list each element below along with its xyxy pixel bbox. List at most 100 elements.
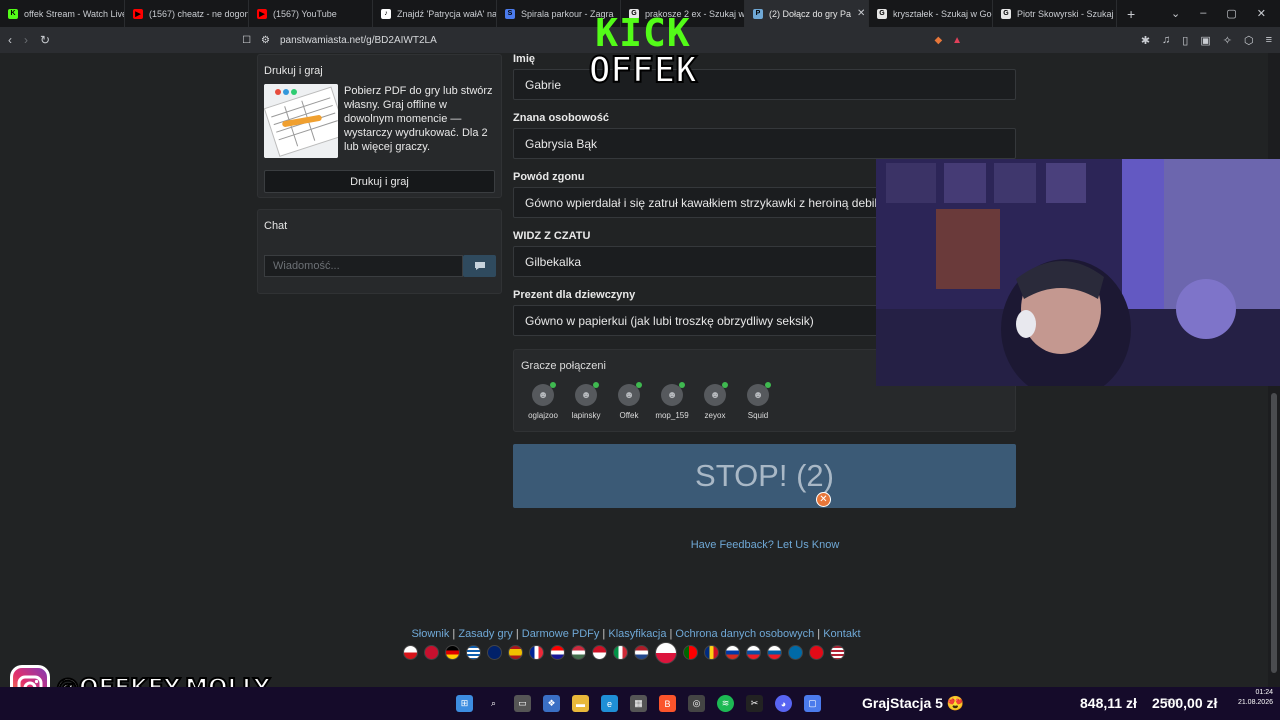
footer-link[interactable]: Kontakt — [823, 628, 860, 640]
extensions-icon[interactable]: ✱ — [1141, 34, 1150, 47]
rewards-icon[interactable]: ▲ — [952, 35, 962, 46]
store-icon[interactable]: ▦ — [630, 695, 647, 712]
answer-input[interactable]: Gabrysia Bąk — [513, 128, 1016, 159]
kick-logo-line1: KICK — [595, 11, 691, 55]
feedback-link[interactable]: Have Feedback? Let Us Know — [640, 539, 890, 551]
reload-icon[interactable]: ↻ — [40, 33, 50, 47]
player-avatar-icon: ☻ — [532, 382, 556, 406]
player-item: ☻ mop_159 — [649, 382, 695, 420]
footer-link[interactable]: Darmowe PDFy — [522, 628, 600, 640]
flag-ro-icon[interactable] — [704, 645, 719, 660]
tab-close-icon[interactable]: ✕ — [857, 8, 865, 19]
edge-icon[interactable]: e — [601, 695, 618, 712]
leo-icon[interactable]: ✧ — [1223, 34, 1232, 47]
capcut-icon[interactable]: ✂ — [746, 695, 763, 712]
site-info-icon[interactable]: ⚙ — [261, 35, 270, 46]
tab-favicon-icon: ▶ — [133, 8, 143, 19]
chat-send-icon[interactable] — [463, 255, 496, 277]
flag-sk-icon[interactable] — [746, 645, 761, 660]
flag-pl-icon[interactable] — [655, 642, 677, 664]
print-description: Pobierz PDF do gry lub stwórz własny. Gr… — [344, 85, 493, 153]
scrollbar-thumb[interactable] — [1271, 393, 1277, 673]
minimize-icon[interactable]: – — [1200, 7, 1206, 20]
system-clock[interactable]: 01:24 21.08.2026 — [1228, 688, 1273, 708]
browser-tab[interactable]: P (2) Dołącz do gry Pa ✕ — [745, 0, 869, 27]
player-name: mop_159 — [655, 411, 689, 420]
flag-us-icon[interactable] — [830, 645, 845, 660]
browser-tab[interactable]: ▶ (1567) YouTube — [249, 0, 373, 27]
flag-si-icon[interactable] — [767, 645, 782, 660]
browser-tab[interactable]: G Piotr Skowyrski - Szukaj w — [993, 0, 1117, 27]
flag-hr-icon[interactable] — [550, 645, 565, 660]
flag-fr-icon[interactable] — [529, 645, 544, 660]
discord-icon[interactable]: ◕ — [775, 695, 792, 712]
bookmark-icon[interactable]: ☐ — [242, 35, 251, 46]
online-dot — [593, 382, 599, 388]
vpn-icon[interactable]: ⬡ — [1244, 34, 1254, 47]
chat-message-input[interactable]: Wiadomość... — [264, 255, 463, 277]
tab-search-icon[interactable]: ⌄ — [1171, 7, 1180, 20]
browser-tab[interactable]: Gkryształek - Szukaj w Goo — [869, 0, 993, 27]
widgets-icon[interactable]: ❖ — [543, 695, 560, 712]
player-item: ☻ zeyox — [692, 382, 738, 420]
flag-es-icon[interactable] — [508, 645, 523, 660]
wallet-icon[interactable]: ▣ — [1200, 34, 1210, 47]
new-tab-icon[interactable]: + — [1117, 6, 1145, 22]
footer-separator: | — [512, 628, 522, 640]
task-view-icon[interactable]: ▭ — [514, 695, 531, 712]
sidebar-icon[interactable]: ▯ — [1182, 34, 1188, 47]
online-dot — [722, 382, 728, 388]
flag-se-icon[interactable] — [788, 645, 803, 660]
spotify-icon[interactable]: ≋ — [717, 695, 734, 712]
flag-gr-icon[interactable] — [466, 645, 481, 660]
maximize-icon[interactable]: ▢ — [1226, 7, 1236, 20]
tab-label: Znajdź 'Patrycja wałA' na — [397, 8, 497, 19]
flag-hu-icon[interactable] — [571, 645, 586, 660]
footer-separator: | — [599, 628, 609, 640]
taskbar: ⊞ ⌕ ▭ ❖ ▬ e ▦ B ◎ ≋ ✂ ◕ ▢ GrajStacja 5 😍… — [0, 687, 1280, 720]
close-window-icon[interactable]: ✕ — [1257, 7, 1266, 20]
footer-separator: | — [449, 628, 459, 640]
stop-button[interactable]: STOP! (2) — [513, 444, 1016, 508]
flag-de-icon[interactable] — [445, 645, 460, 660]
app-icon[interactable]: ▢ — [804, 695, 821, 712]
browser-tab[interactable]: Koffek Stream - Watch Live — [0, 0, 125, 27]
chrome-icon[interactable]: ◎ — [688, 695, 705, 712]
close-icon[interactable]: ✕ — [816, 492, 831, 507]
browser-tab[interactable]: ▶ (1567) cheatz - ne dogony — [125, 0, 249, 27]
graj-label: GrajStacja 5 😍 — [862, 694, 965, 711]
flag-id-icon[interactable] — [592, 645, 607, 660]
start-icon[interactable]: ⊞ — [456, 695, 473, 712]
kick-logo: KICK OFFEK — [563, 11, 723, 91]
flag-cz-icon[interactable] — [403, 645, 418, 660]
footer-link[interactable]: Słownik — [411, 628, 449, 640]
footer-link[interactable]: Zasady gry — [458, 628, 512, 640]
player-name: oglajzoo — [528, 411, 558, 420]
footer-link[interactable]: Klasyfikacja — [608, 628, 666, 640]
stream-overlay-bar: GrajStacja 5 😍 848,11 zł 2500,00 zł — [862, 689, 1280, 717]
search-icon[interactable]: ⌕ — [485, 695, 502, 712]
explorer-icon[interactable]: ▬ — [572, 695, 589, 712]
menu-icon[interactable]: ≡ — [1266, 34, 1272, 47]
brave-icon[interactable]: B — [659, 695, 676, 712]
language-indicator[interactable]: POL — [1165, 699, 1179, 706]
flag-pt-icon[interactable] — [683, 645, 698, 660]
back-icon[interactable]: ‹ — [8, 33, 12, 47]
forward-icon[interactable]: › — [24, 33, 28, 47]
online-dot — [765, 382, 771, 388]
music-icon[interactable]: ♫ — [1162, 34, 1170, 47]
player-name: Offek — [619, 411, 639, 420]
footer-link[interactable]: Ochrona danych osobowych — [675, 628, 814, 640]
shield-icon[interactable]: ◆ — [934, 35, 942, 46]
flag-ru-icon[interactable] — [725, 645, 740, 660]
field-label: WIDZ Z CZATU — [513, 230, 591, 242]
flag-dk-icon[interactable] — [424, 645, 439, 660]
print-play-button[interactable]: Drukuj i graj — [264, 170, 495, 193]
clock-time: 01:24 — [1255, 689, 1273, 696]
flag-nl-icon[interactable] — [634, 645, 649, 660]
browser-tab[interactable]: ♪ Znajdź 'Patrycja wałA' na — [373, 0, 497, 27]
flag-uk-icon[interactable] — [487, 645, 502, 660]
flag-tr-icon[interactable] — [809, 645, 824, 660]
flag-it-icon[interactable] — [613, 645, 628, 660]
window-controls: ⌄ – ▢ ✕ — [1171, 7, 1280, 20]
